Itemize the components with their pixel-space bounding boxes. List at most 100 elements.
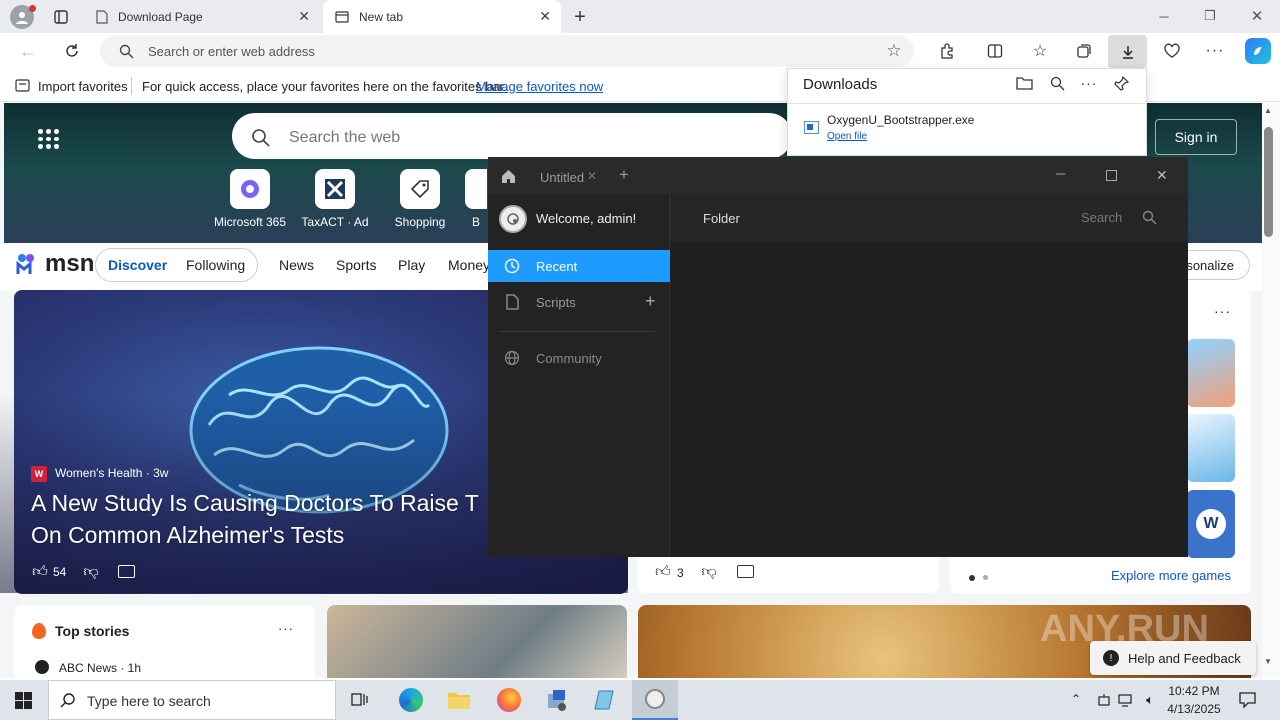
notepad-icon[interactable] — [582, 680, 628, 720]
pin-icon[interactable] — [1112, 74, 1130, 92]
tab-download-page[interactable]: Download Page ✕ — [84, 0, 320, 33]
search-downloads-icon[interactable] — [1048, 74, 1066, 92]
address-placeholder: Search or enter web address — [148, 44, 315, 59]
add-tab-icon[interactable]: + — [619, 165, 629, 185]
quick-link-taxact[interactable]: TaxACT · Ad — [295, 169, 375, 229]
minimize-window-button[interactable]: ─ — [1154, 6, 1174, 26]
game-thumbnail[interactable]: W — [1187, 490, 1235, 558]
firefox-icon[interactable] — [486, 680, 532, 720]
tab-discover[interactable]: Discover — [108, 257, 167, 273]
nav-play[interactable]: Play — [398, 257, 425, 273]
search-icon[interactable] — [1140, 208, 1158, 226]
quick-link-partial[interactable]: B — [465, 169, 487, 229]
tab-title: New tab — [359, 9, 404, 24]
office-photo[interactable] — [327, 605, 627, 678]
hero-story-headline[interactable]: A New Study Is Causing Doctors To Raise … — [31, 487, 491, 551]
copilot-icon[interactable] — [1245, 38, 1271, 64]
back-button[interactable]: ← — [17, 40, 39, 62]
close-tab-icon[interactable]: ✕ — [539, 8, 551, 25]
msn-logo[interactable]: msn — [16, 250, 94, 278]
nav-scripts-label[interactable]: Scripts — [536, 295, 576, 310]
dislike-icon[interactable]: 👎︎ — [700, 563, 718, 581]
downloads-button[interactable] — [1108, 35, 1147, 68]
home-icon[interactable] — [499, 167, 517, 185]
msn-logo-text: msn — [45, 250, 95, 277]
like-icon[interactable]: 👍︎ — [654, 563, 672, 581]
game-thumbnail[interactable] — [1187, 414, 1235, 482]
scrollbar-thumb[interactable] — [1264, 127, 1273, 237]
explore-games-link[interactable]: Explore more games — [1111, 568, 1231, 583]
scroll-down-arrow-icon[interactable]: ▼ — [1264, 657, 1272, 666]
app-tab-title[interactable]: Untitled — [540, 170, 584, 185]
refresh-button[interactable] — [61, 40, 83, 62]
close-tab-icon[interactable]: ✕ — [587, 169, 597, 183]
app-minimize-button[interactable]: ─ — [1056, 166, 1065, 181]
top-stories-more-icon[interactable]: ··· — [278, 621, 294, 636]
installer-icon[interactable] — [534, 680, 580, 720]
notification-dot — [29, 5, 36, 12]
quick-link-microsoft-365[interactable]: Microsoft 365 — [210, 169, 290, 229]
page-icon — [96, 9, 108, 24]
new-tab-button[interactable]: + — [568, 5, 592, 29]
nav-news[interactable]: News — [279, 257, 314, 273]
notification-center-icon[interactable] — [1237, 690, 1257, 710]
carousel-dot-active[interactable] — [969, 575, 975, 581]
dislike-icon[interactable]: 👎︎ — [82, 563, 100, 581]
clock-time[interactable]: 10:42 PM — [1164, 684, 1224, 698]
app-search-input[interactable]: Search — [1081, 210, 1122, 225]
word-game-icon: W — [1196, 509, 1226, 539]
close-tab-icon[interactable]: ✕ — [298, 8, 310, 25]
apps-launcher-icon[interactable] — [38, 129, 59, 149]
tab-following[interactable]: Following — [186, 257, 245, 273]
app-maximize-button[interactable] — [1106, 170, 1117, 181]
quick-link-shopping[interactable]: Shopping — [380, 169, 460, 229]
quick-link-label: Microsoft 365 — [213, 215, 287, 229]
collections-icon[interactable] — [1074, 41, 1094, 61]
wired-network-icon[interactable] — [1118, 692, 1134, 708]
add-script-button[interactable]: + — [645, 291, 656, 312]
favorites-icon[interactable]: ☆ — [1030, 41, 1050, 61]
network-icon[interactable] — [1096, 692, 1112, 708]
like-icon[interactable]: 👍︎ — [31, 563, 49, 581]
nav-money[interactable]: Money — [448, 257, 490, 273]
app-sidebar — [488, 194, 670, 557]
close-window-button[interactable]: ✕ — [1247, 6, 1267, 26]
browser-essentials-icon[interactable] — [1162, 41, 1182, 61]
game-thumbnail[interactable] — [1187, 339, 1235, 407]
nav-community-label[interactable]: Community — [536, 351, 602, 366]
user-avatar[interactable] — [499, 205, 527, 233]
nav-sports[interactable]: Sports — [336, 257, 376, 273]
tray-chevron-icon[interactable]: ⌃ — [1071, 692, 1081, 706]
manage-favorites-link[interactable]: Manage favorites now — [476, 79, 603, 94]
file-explorer-icon[interactable] — [436, 680, 482, 720]
microsoft-365-icon — [230, 169, 270, 209]
downloads-more-icon[interactable]: ··· — [1080, 74, 1098, 92]
restore-window-button[interactable]: ❐ — [1200, 6, 1220, 26]
clock-date[interactable]: 4/13/2025 — [1164, 702, 1224, 716]
comment-icon[interactable] — [118, 565, 135, 578]
scroll-up-arrow-icon[interactable]: ▲ — [1264, 106, 1272, 115]
favorite-star-icon[interactable]: ☆ — [884, 41, 904, 61]
task-view-icon[interactable] — [337, 680, 383, 720]
comment-icon[interactable] — [737, 565, 754, 578]
games-more-icon[interactable]: ··· — [1214, 303, 1231, 319]
carousel-dot[interactable] — [983, 575, 988, 580]
favorites-divider — [131, 77, 132, 95]
download-filename[interactable]: OxygenU_Bootstrapper.exe — [827, 113, 974, 127]
more-options-icon[interactable]: ··· — [1205, 41, 1225, 61]
import-favorites-link[interactable]: Import favorites — [38, 79, 128, 94]
start-button[interactable] — [0, 680, 46, 720]
open-file-link[interactable]: Open file — [827, 131, 867, 142]
open-folder-icon[interactable] — [1015, 74, 1033, 92]
app-icon — [645, 689, 665, 709]
volume-icon[interactable]: 🔈︎ — [1141, 692, 1159, 708]
extensions-icon[interactable] — [937, 41, 957, 61]
sign-in-button[interactable]: Sign in — [1155, 119, 1237, 155]
edge-icon[interactable] — [388, 680, 434, 720]
tab-actions-icon[interactable] — [50, 6, 72, 28]
tab-new-tab[interactable]: New tab ✕ — [323, 0, 561, 33]
split-screen-icon[interactable] — [985, 41, 1005, 61]
nav-recent-label: Recent — [536, 259, 578, 274]
app-taskbar-button[interactable] — [632, 680, 678, 720]
app-close-button[interactable]: ✕ — [1156, 167, 1168, 184]
